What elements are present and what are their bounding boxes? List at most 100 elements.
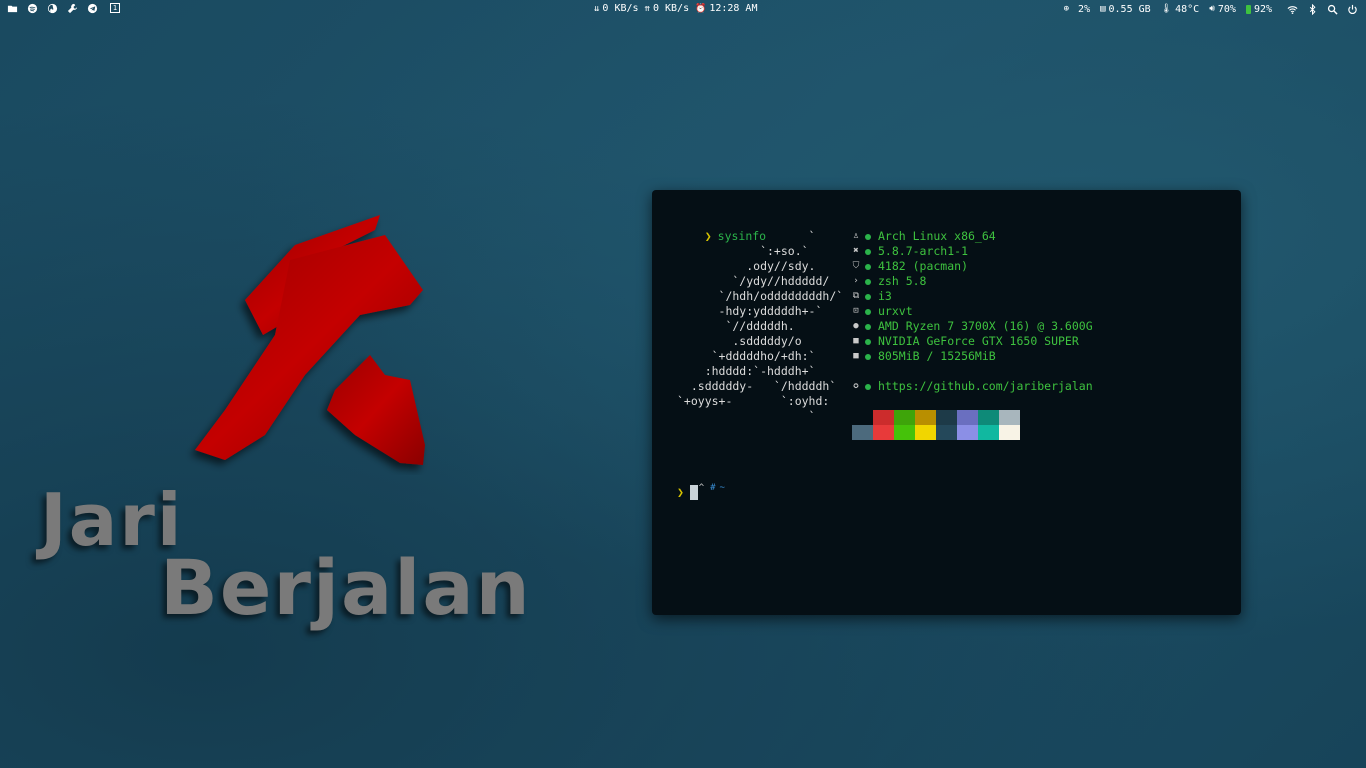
info-text: urxvt (878, 304, 913, 318)
wallpaper-title-line2: Berjalan (160, 543, 532, 632)
info-os: ♙ Arch Linux x86_64 (850, 229, 1093, 244)
terminal-icon: ⊡ (853, 306, 859, 316)
info-packages: ⛉ 4182 (pacman) (850, 259, 1093, 274)
color-swatch (936, 425, 957, 440)
workspace-1[interactable]: 1 (110, 3, 120, 13)
arch-ascii-logo: ` `:+so.` .ody//sdy. `/ydy//hddddd/ `/hd… (677, 229, 844, 423)
info-terminal: ⊡ urxvt (850, 304, 1093, 319)
color-swatch (999, 425, 1020, 440)
path-caret: ^ (698, 483, 705, 493)
cpu-icon: ● (853, 321, 859, 331)
volume-icon[interactable]: 🔊︎ (1209, 4, 1215, 14)
memory-usage: 0.55 GB (1108, 3, 1151, 15)
info-text: AMD Ryzen 7 3700X (16) @ 3.600G (878, 319, 1093, 333)
input-line[interactable]: ❯ (677, 485, 698, 500)
clock[interactable]: 12:28 AM (709, 3, 757, 14)
net-down: 0 KB/s (602, 3, 639, 14)
info-gpu: ■ NVIDIA GeForce GTX 1650 SUPER (850, 334, 1093, 349)
color-swatch (915, 425, 936, 440)
battery: 92% (1253, 3, 1272, 15)
cpu-icon: ⊕ (1063, 4, 1070, 14)
color-swatch (978, 410, 999, 425)
net-up: 0 KB/s (652, 3, 690, 14)
color-palette (852, 410, 1020, 440)
firefox-icon[interactable] (46, 2, 58, 14)
home-dir: ~ (719, 483, 725, 493)
color-swatch (894, 425, 915, 440)
system-stats-group: ⊕ 2% ▤ 0.55 GB 🌡︎ 48°C 🔊︎ 70% 92% (1064, 3, 1358, 15)
github-icon: ✪ (853, 381, 859, 391)
info-text: 4182 (pacman) (878, 259, 969, 273)
info-text: 805MiB / 15256MiB (878, 349, 996, 363)
wifi-icon[interactable] (1286, 3, 1298, 15)
github-link[interactable]: https://github.com/jariberjalan (878, 379, 1093, 394)
info-kernel: ✖ 5.8.7-arch1-1 (850, 244, 1093, 259)
terminal-window[interactable]: ❯ sysinfo ` `:+so.` .ody//sdy. `/ydy//hdd… (652, 190, 1241, 615)
color-swatch (978, 425, 999, 440)
shell-icon: › (853, 276, 859, 286)
info-text: i3 (878, 289, 892, 303)
memory-icon: ▤ (1100, 4, 1106, 14)
bluetooth-icon[interactable] (1306, 3, 1318, 15)
package-icon: ⛉ (852, 261, 860, 271)
color-swatch (894, 410, 915, 425)
status-dot (865, 383, 871, 390)
path-hash: # (710, 483, 716, 493)
telegram-icon[interactable] (86, 2, 98, 14)
color-swatch (852, 410, 873, 425)
status-dot (865, 338, 871, 345)
info-text: 5.8.7-arch1-1 (878, 244, 969, 258)
status-dot (865, 308, 871, 315)
text-cursor[interactable] (689, 485, 698, 500)
upload-icon: ⇈ (644, 3, 650, 14)
download-icon: ⇊ (594, 3, 600, 14)
search-icon[interactable] (1326, 3, 1338, 15)
memory-icon: ■ (853, 351, 859, 361)
info-text: zsh 5.8 (878, 274, 927, 288)
info-shell: › zsh 5.8 (850, 274, 1093, 289)
sysinfo-list: ♙ Arch Linux x86_64 ✖ 5.8.7-arch1-1 ⛉ 41… (850, 229, 1093, 394)
wallpaper-logo-icon (195, 215, 425, 465)
folder-icon[interactable] (6, 2, 18, 14)
volume[interactable]: 70% (1218, 4, 1236, 15)
spotify-icon[interactable] (26, 2, 38, 14)
kernel-icon: ✖ (853, 246, 859, 256)
status-dot (865, 353, 871, 360)
status-bar: 1 ⇊ 0 KB/s ⇈ 0 KB/s ⏰ 12:28 AM ⊕ 2% ▤ 0.… (0, 0, 1366, 18)
palette-row-bright (852, 425, 1020, 440)
info-wm: ⧉ i3 (850, 289, 1093, 304)
color-swatch (957, 410, 978, 425)
color-swatch (915, 410, 936, 425)
info-github: ✪ https://github.com/jariberjalan (850, 379, 1093, 394)
alarm-clock-icon: ⏰ (695, 3, 707, 14)
status-dot (865, 278, 871, 285)
palette-row-normal (852, 410, 1020, 425)
settings-tool-icon[interactable] (66, 2, 78, 14)
power-icon[interactable] (1346, 3, 1358, 15)
info-text: Arch Linux x86_64 (878, 229, 996, 243)
status-dot (865, 293, 871, 300)
color-swatch (873, 410, 894, 425)
temperature: 48°C (1175, 3, 1200, 15)
status-dot (865, 263, 871, 270)
status-dot (865, 248, 871, 255)
status-dot (865, 233, 871, 240)
info-cpu: ● AMD Ryzen 7 3700X (16) @ 3.600G (850, 319, 1093, 334)
info-memory: ■ 805MiB / 15256MiB (850, 349, 1093, 364)
color-swatch (999, 410, 1020, 425)
battery-icon (1245, 4, 1251, 14)
prompt-arrow-icon: ❯ (677, 485, 684, 499)
gpu-icon: ■ (853, 336, 859, 346)
color-swatch (957, 425, 978, 440)
network-clock-group: ⇊ 0 KB/s ⇈ 0 KB/s ⏰ 12:28 AM (594, 3, 757, 14)
arch-icon: ♙ (853, 231, 859, 241)
info-text: NVIDIA GeForce GTX 1650 SUPER (878, 334, 1079, 348)
status-dot (865, 323, 871, 330)
launcher-group: 1 (6, 2, 120, 14)
color-swatch (873, 425, 894, 440)
color-swatch (936, 410, 957, 425)
cpu-usage: 2% (1078, 3, 1091, 15)
color-swatch (852, 425, 873, 440)
wm-icon: ⧉ (852, 291, 860, 301)
